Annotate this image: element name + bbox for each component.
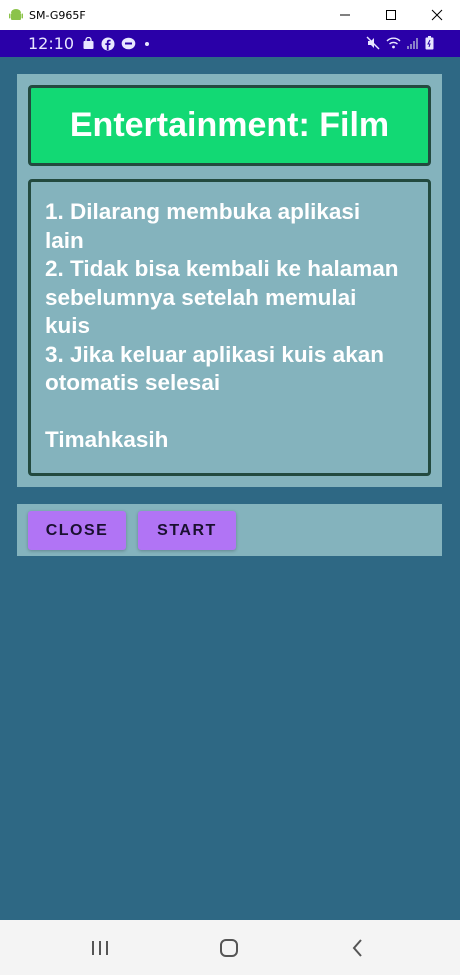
dot-icon xyxy=(145,41,150,46)
rule-line: 3. Jika keluar aplikasi kuis akan xyxy=(45,341,384,367)
back-button[interactable] xyxy=(328,920,388,975)
facebook-icon xyxy=(101,37,115,50)
back-icon xyxy=(352,938,362,957)
minimize-icon xyxy=(340,14,350,16)
maximize-icon xyxy=(386,10,396,20)
android-icon xyxy=(9,9,23,20)
navigation-bar xyxy=(0,920,460,975)
rule-line: otomatis selesai xyxy=(45,370,221,395)
quiz-info-card: Entertainment: Film 1. Dilarang membuka … xyxy=(17,74,442,487)
maximize-button[interactable] xyxy=(368,0,414,30)
bag-icon xyxy=(83,37,94,49)
category-title: Entertainment: Film xyxy=(28,85,431,166)
home-button[interactable] xyxy=(199,920,259,975)
home-icon xyxy=(220,938,238,957)
closing-text: Timahkasih xyxy=(45,427,169,452)
start-button[interactable]: START xyxy=(138,511,236,550)
battery-icon xyxy=(425,36,434,50)
close-icon xyxy=(431,9,443,21)
rule-line: sebelumnya setelah memulai xyxy=(45,284,357,310)
recent-apps-icon xyxy=(92,940,108,955)
status-time: 12:10 xyxy=(28,34,75,53)
rules-panel: 1. Dilarang membuka aplikasi lain 2. Tid… xyxy=(28,179,431,476)
emulator-title-bar: SM-G965F xyxy=(0,0,460,30)
recent-apps-button[interactable] xyxy=(70,920,130,975)
minimize-button[interactable] xyxy=(322,0,368,30)
rule-line: 2. Tidak bisa kembali ke halaman xyxy=(45,256,399,281)
close-button[interactable]: CLOSE xyxy=(28,511,126,550)
rule-line: lain xyxy=(45,227,84,253)
rule-line: kuis xyxy=(45,313,91,338)
wifi-icon xyxy=(386,37,401,49)
mute-icon xyxy=(366,36,380,50)
message-icon xyxy=(121,37,136,49)
close-window-button[interactable] xyxy=(414,0,460,30)
window-title: SM-G965F xyxy=(29,8,86,22)
app-screen: Entertainment: Film 1. Dilarang membuka … xyxy=(0,57,460,920)
rule-line: 1. Dilarang membuka aplikasi xyxy=(45,199,361,224)
action-bar: CLOSE START xyxy=(17,504,442,556)
status-bar: 12:10 xyxy=(0,30,460,57)
signal-icon xyxy=(407,38,418,49)
